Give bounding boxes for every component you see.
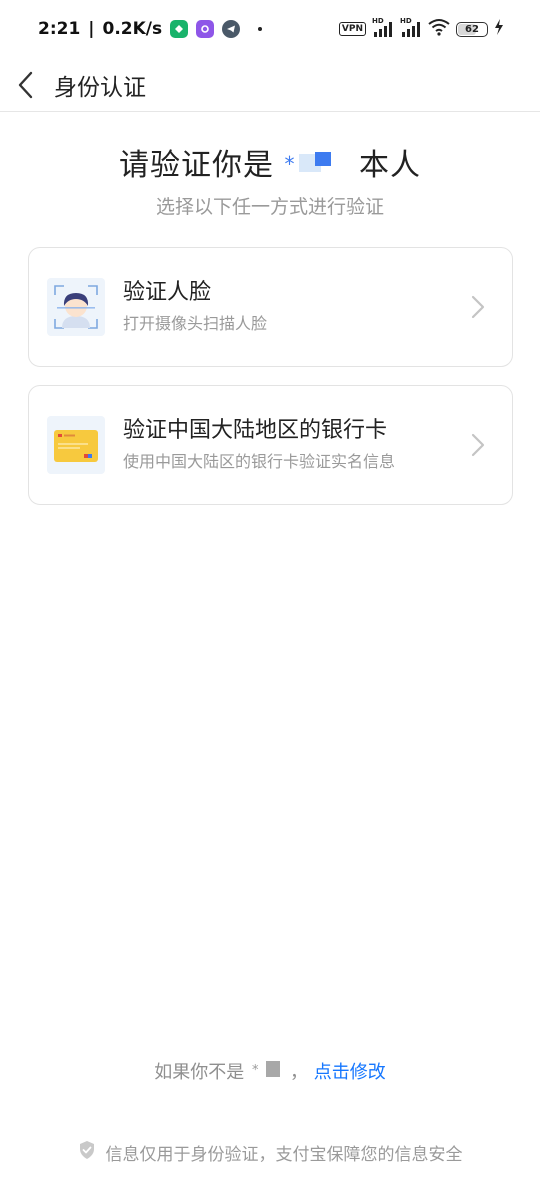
bank-card-icon xyxy=(47,416,105,474)
verify-bank-card-option[interactable]: 验证中国大陆地区的银行卡 使用中国大陆区的银行卡验证实名信息 xyxy=(28,385,513,505)
navigation-bar: 身份认证 xyxy=(0,58,540,112)
back-arrow-icon xyxy=(18,71,33,98)
masked-name-star: * xyxy=(284,152,296,176)
verify-bank-card-title: 验证中国大陆地区的银行卡 xyxy=(123,418,388,443)
mask-block-gray xyxy=(266,1061,280,1077)
masked-user-name-small: * xyxy=(250,1061,290,1081)
vpn-badge: VPN xyxy=(338,22,366,36)
app-purple-icon xyxy=(196,20,215,38)
masked-name-star-small: * xyxy=(252,1063,259,1078)
security-note: 信息仅用于身份验证，支付宝保障您的信息安全 xyxy=(0,1140,540,1165)
battery-indicator: 62 xyxy=(456,21,488,37)
not-you-prefix: 如果你不是 xyxy=(154,1062,245,1083)
verify-face-text: 验证人脸 打开摄像头扫描人脸 xyxy=(123,278,458,336)
charging-icon xyxy=(494,19,504,39)
nav-title: 身份认证 xyxy=(54,74,146,101)
hd-label-2: HD xyxy=(400,17,412,25)
title-suffix: 本人 xyxy=(359,148,422,183)
mask-block-blue xyxy=(314,152,331,166)
security-note-text: 信息仅用于身份验证，支付宝保障您的信息安全 xyxy=(105,1145,463,1165)
status-divider: | xyxy=(88,19,95,39)
shield-check-icon xyxy=(78,1140,96,1165)
telegram-icon xyxy=(222,20,241,38)
status-time: 2:21 xyxy=(38,19,81,39)
status-right: VPN HD HD 62 xyxy=(338,17,504,40)
page-title: 请验证你是 * 本人 xyxy=(0,140,540,184)
signal-strength-icon-2: HD xyxy=(400,17,422,38)
verify-face-option[interactable]: 验证人脸 打开摄像头扫描人脸 xyxy=(28,247,513,367)
hd-label-1: HD xyxy=(372,17,384,25)
verify-bank-card-description: 使用中国大陆区的银行卡验证实名信息 xyxy=(123,452,396,471)
not-you-prompt: 如果你不是 * ， 点击修改 xyxy=(0,1058,540,1084)
signal-strength-icon-1: HD xyxy=(372,17,394,38)
verify-face-description: 打开摄像头扫描人脸 xyxy=(123,314,268,333)
page-subtitle: 选择以下任一方式进行验证 xyxy=(155,196,384,218)
back-button[interactable] xyxy=(0,58,52,112)
app-green-icon xyxy=(170,20,189,38)
not-you-comma: ， xyxy=(290,1062,308,1083)
title-prefix: 请验证你是 xyxy=(118,148,274,183)
chevron-right-icon xyxy=(458,425,498,465)
verify-bank-card-text: 验证中国大陆地区的银行卡 使用中国大陆区的银行卡验证实名信息 xyxy=(123,416,458,474)
identity-verification-screen: 2:21 | 0.2K/s VPN HD HD 62 身份认证 请验证你是 * … xyxy=(0,0,540,1200)
masked-user-name: * xyxy=(285,148,349,178)
face-scan-icon xyxy=(47,278,105,336)
wifi-icon xyxy=(428,18,450,40)
battery-level: 62 xyxy=(465,23,479,35)
status-bar: 2:21 | 0.2K/s VPN HD HD 62 xyxy=(0,0,540,58)
verify-face-title: 验证人脸 xyxy=(123,280,212,305)
change-account-link[interactable]: 点击修改 xyxy=(314,1062,386,1083)
chevron-right-icon xyxy=(458,287,498,327)
notification-dot xyxy=(258,27,263,31)
status-left: 2:21 | 0.2K/s xyxy=(38,19,263,39)
network-speed: 0.2K/s xyxy=(102,19,163,39)
